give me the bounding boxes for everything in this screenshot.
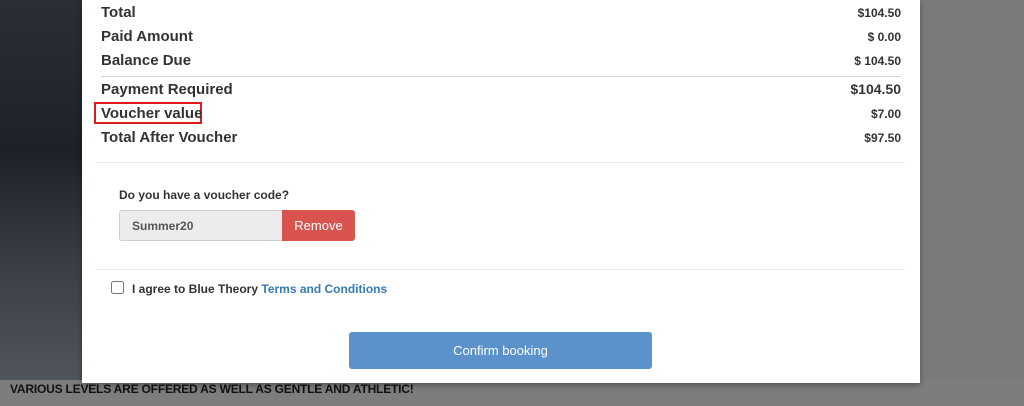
- total-value: $104.50: [857, 6, 901, 20]
- paid-amount-label: Paid Amount: [101, 28, 193, 45]
- balance-due-row: Balance Due $ 104.50: [101, 52, 901, 74]
- balance-due-value: $ 104.50: [854, 54, 901, 68]
- total-after-voucher-label: Total After Voucher: [101, 129, 238, 146]
- terms-checkbox[interactable]: [111, 281, 124, 294]
- paid-amount-value: $ 0.00: [867, 30, 901, 44]
- voucher-value-amount: $7.00: [870, 107, 901, 121]
- booking-modal: Total $104.50 Paid Amount $ 0.00 Balance…: [82, 0, 920, 383]
- balance-due-label: Balance Due: [101, 52, 192, 69]
- paid-amount-row: Paid Amount $ 0.00: [101, 28, 901, 50]
- payment-required-row: Payment Required $104.50: [101, 81, 901, 103]
- voucher-code-input[interactable]: [119, 210, 283, 241]
- total-after-voucher-value: $97.50: [864, 131, 901, 145]
- terms-text-wrapper: I agree to Blue Theory Terms and Conditi…: [132, 282, 387, 296]
- voucher-value-label: Voucher value: [101, 105, 203, 122]
- background-photo: [0, 0, 82, 380]
- payment-required-label: Payment Required: [101, 81, 233, 98]
- payment-required-value: $104.50: [850, 81, 901, 97]
- total-after-voucher-row: Total After Voucher $97.50: [101, 129, 901, 151]
- background-caption: VARIOUS LEVELS ARE OFFERED AS WELL AS GE…: [10, 382, 414, 396]
- summary-divider: [101, 76, 901, 77]
- terms-agree-text: I agree to Blue Theory: [132, 282, 259, 296]
- terms-section-divider: [96, 269, 905, 270]
- terms-link[interactable]: Terms and Conditions: [261, 282, 387, 296]
- remove-voucher-button[interactable]: Remove: [282, 210, 355, 241]
- voucher-question: Do you have a voucher code?: [119, 188, 290, 202]
- confirm-booking-button[interactable]: Confirm booking: [349, 332, 652, 369]
- voucher-section-divider: [96, 162, 905, 163]
- voucher-value-row: Voucher value $7.00: [94, 102, 901, 127]
- total-label: Total: [101, 4, 136, 21]
- total-row: Total $104.50: [101, 4, 901, 26]
